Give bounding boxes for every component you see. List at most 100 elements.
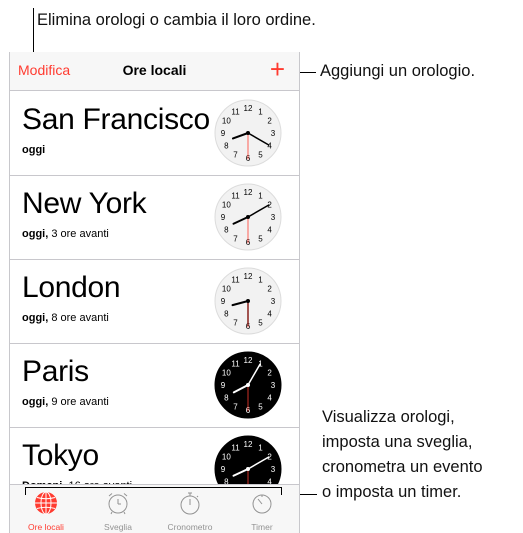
offset-label: 9 ore avanti — [48, 396, 109, 408]
day-label: oggi — [22, 144, 46, 156]
clock-number: 3 — [271, 213, 276, 222]
clock-number: 4 — [267, 142, 272, 151]
clock-number: 10 — [222, 201, 231, 210]
analog-clock-icon: 123456789101112 — [214, 267, 282, 335]
clock-number: 11 — [231, 275, 240, 284]
clock-number: 4 — [267, 394, 272, 403]
clock-number: 3 — [271, 465, 276, 474]
clock-number: 9 — [221, 213, 226, 222]
clock-center — [246, 299, 250, 303]
tab-timer-label: Timer — [251, 522, 273, 532]
tab-sveglia-label: Sveglia — [104, 522, 132, 532]
city-name: New York — [22, 187, 147, 220]
clock-number: 4 — [267, 226, 272, 235]
time-offset: oggi, 9 ore avanti — [22, 396, 109, 408]
clock-number: 5 — [258, 151, 263, 160]
clock-center — [246, 467, 250, 471]
clock-number: 3 — [271, 297, 276, 306]
clock-number: 8 — [224, 226, 229, 235]
callout-tabs-line1: Visualizza orologi, — [322, 408, 455, 426]
clock-number: 3 — [271, 129, 276, 138]
clock-number: 11 — [231, 359, 240, 368]
clock-number: 9 — [221, 465, 226, 474]
callout-edit: Elimina orologi o cambia il loro ordine. — [37, 11, 316, 29]
clock-number: 7 — [233, 151, 238, 160]
clock-number: 11 — [231, 107, 240, 116]
clock-center — [246, 215, 250, 219]
clock-number: 12 — [244, 440, 253, 449]
alarm-clock-icon — [108, 493, 128, 515]
phone-screen: Modifica Ore locali + San Francisco oggi 1… — [9, 52, 300, 533]
page-title: Ore locali — [122, 62, 187, 78]
day-label: oggi, — [22, 228, 49, 240]
clock-number: 12 — [244, 188, 253, 197]
day-label: oggi, — [22, 396, 49, 408]
clock-number: 12 — [244, 356, 253, 365]
clock-number: 7 — [233, 319, 238, 328]
clock-center — [246, 383, 250, 387]
tab-cronometro-label: Cronometro — [167, 522, 213, 532]
clock-number: 8 — [224, 310, 229, 319]
clock-number: 4 — [267, 310, 272, 319]
clock-row[interactable]: Parisoggi, 9 ore avanti123456789101112 — [10, 343, 299, 428]
clock-center — [246, 131, 250, 135]
time-offset: oggi, 3 ore avanti — [22, 228, 109, 240]
clock-number: 1 — [258, 275, 263, 284]
clock-number: 10 — [222, 369, 231, 378]
globe-icon — [35, 491, 57, 515]
analog-clock-icon: 123456789101112 — [214, 351, 282, 419]
clock-row[interactable]: San Franciscooggi123456789101112 — [10, 91, 299, 176]
analog-clock-icon: 123456789101112 — [214, 99, 282, 167]
time-offset: oggi — [22, 144, 45, 156]
clock-number: 1 — [258, 191, 263, 200]
clock-number: 8 — [224, 394, 229, 403]
tab-timer[interactable]: Timer — [226, 485, 298, 533]
clock-number: 5 — [258, 235, 263, 244]
clock-number: 9 — [221, 381, 226, 390]
tab-cronometro[interactable]: Cronometro — [154, 485, 226, 533]
callout-tabs-line2: imposta una sveglia, — [322, 433, 473, 451]
clock-number: 11 — [231, 191, 240, 200]
tab-ore-locali-label: Ore locali — [28, 522, 64, 532]
clock-number: 8 — [224, 142, 229, 151]
callout-bracket-bar — [25, 487, 282, 488]
city-name: Tokyo — [22, 439, 99, 472]
day-label: oggi, — [22, 312, 49, 324]
tab-ore-locali[interactable]: Ore locali — [10, 485, 82, 533]
tab-bar: Ore locali Sveglia Cronometro Timer — [10, 484, 299, 533]
clock-number: 12 — [244, 272, 253, 281]
timer-icon — [252, 494, 272, 514]
callout-bracket-left — [25, 487, 26, 495]
add-clock-button[interactable]: + — [270, 54, 285, 84]
clock-number: 7 — [233, 235, 238, 244]
clock-number: 7 — [233, 403, 238, 412]
analog-clock-icon: 123456789101112 — [214, 183, 282, 251]
clock-row[interactable]: Londonoggi, 8 ore avanti123456789101112 — [10, 259, 299, 344]
clock-number: 5 — [258, 319, 263, 328]
clock-number: 9 — [221, 129, 226, 138]
tab-sveglia[interactable]: Sveglia — [82, 485, 154, 533]
clock-number: 10 — [222, 117, 231, 126]
clock-row[interactable]: New Yorkoggi, 3 ore avanti12345678910111… — [10, 175, 299, 260]
clock-number: 9 — [221, 297, 226, 306]
callout-add: Aggiungi un orologio. — [320, 62, 476, 80]
clock-number: 2 — [267, 117, 272, 126]
offset-label: 3 ore avanti — [48, 228, 109, 240]
clock-number: 10 — [222, 453, 231, 462]
callout-bracket-right — [281, 487, 282, 495]
clock-number: 2 — [267, 285, 272, 294]
offset-label: 8 ore avanti — [48, 312, 109, 324]
clock-number: 1 — [258, 443, 263, 452]
city-name: San Francisco — [22, 103, 210, 136]
callout-tabs-line4: o imposta un timer. — [322, 483, 462, 501]
city-name: London — [22, 271, 121, 304]
clock-number: 10 — [222, 285, 231, 294]
clock-number: 11 — [231, 443, 240, 452]
clock-number: 5 — [258, 403, 263, 412]
clock-number: 12 — [244, 104, 253, 113]
clock-number: 3 — [271, 381, 276, 390]
navigation-bar: Modifica Ore locali + — [10, 52, 299, 91]
time-offset: oggi, 8 ore avanti — [22, 312, 109, 324]
callout-tabs: Visualizza orologi, imposta una sveglia,… — [322, 405, 522, 505]
clock-number: 2 — [267, 369, 272, 378]
